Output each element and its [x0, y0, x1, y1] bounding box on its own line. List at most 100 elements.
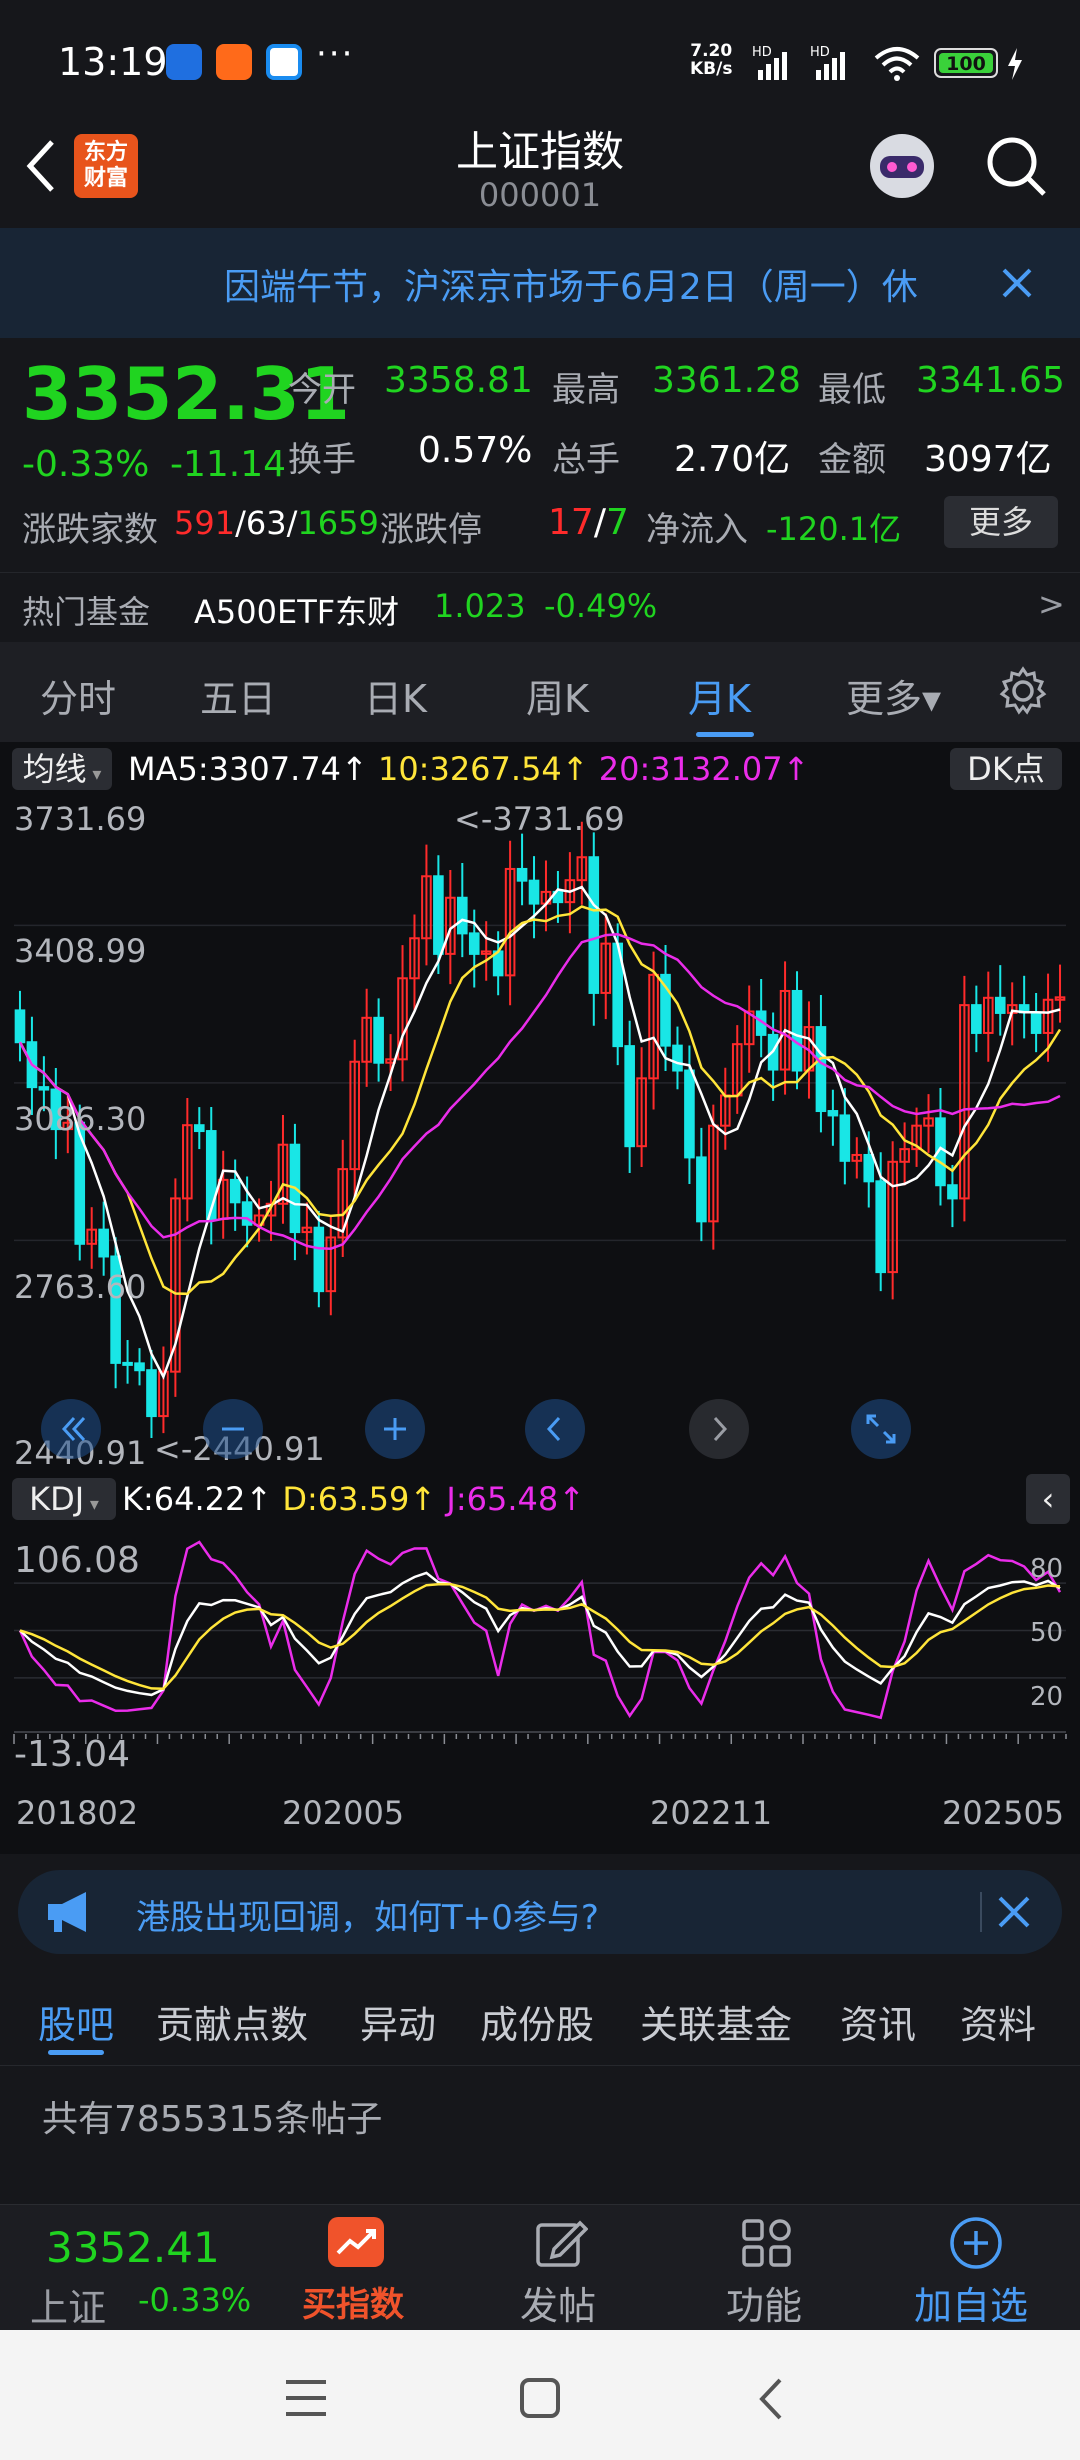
back-nav-icon[interactable] — [756, 2376, 786, 2422]
zoom-out-button[interactable] — [202, 1398, 264, 1460]
y-tick-label: 2763.60 — [14, 1268, 147, 1306]
tab-forum[interactable]: 股吧 — [38, 1994, 114, 2049]
candle-body — [588, 856, 600, 994]
y-tick-label: 3408.99 — [14, 932, 147, 970]
bottom-index-name: 上证 — [30, 2286, 107, 2330]
tab-monthly-k[interactable]: 月K — [688, 668, 751, 723]
candle-body — [528, 879, 540, 905]
low-label: 最低 — [818, 370, 886, 410]
scroll-right-button[interactable] — [688, 1398, 750, 1460]
high-label: 最高 — [552, 370, 620, 410]
tab-weekly-k[interactable]: 周K — [526, 668, 589, 723]
kdj-bottom-label: -13.04 — [14, 1734, 131, 1775]
candle-body — [313, 1226, 325, 1293]
max-price-note: <-3731.69 — [454, 800, 625, 838]
more-button[interactable]: 更多 — [944, 496, 1058, 548]
fullscreen-button[interactable] — [850, 1398, 912, 1460]
hot-fund-row[interactable]: 热门基金 A500ETF东财 1.023 -0.49% > — [0, 572, 1080, 642]
scroll-left-button[interactable] — [524, 1398, 586, 1460]
tab-daily-k[interactable]: 日K — [364, 668, 427, 723]
settings-gear-icon[interactable] — [998, 666, 1048, 716]
amount-value: 3097亿 — [924, 439, 1052, 480]
change-pct: -0.33% — [22, 444, 150, 485]
candle-body — [38, 1086, 50, 1091]
candle-body — [146, 1369, 157, 1418]
post-button[interactable]: 发帖 — [500, 2205, 620, 2331]
low-value: 3341.65 — [916, 360, 1065, 401]
candle-body — [456, 896, 468, 935]
tab-contribution[interactable]: 贡献点数 — [156, 1994, 308, 2049]
open-value: 3358.81 — [384, 360, 533, 401]
buy-index-button[interactable]: 买指数 — [296, 2205, 416, 2331]
add-watchlist-label: 加自选 — [914, 2284, 1029, 2328]
inflow-label: 净流入 — [646, 510, 748, 550]
svg-text:HD: HD — [810, 45, 830, 60]
high-value: 3361.28 — [652, 360, 801, 401]
add-watchlist-button[interactable]: 加自选 — [896, 2205, 1056, 2331]
tab-movement[interactable]: 异动 — [360, 1994, 436, 2049]
candle-body — [994, 996, 1006, 1014]
close-icon[interactable] — [996, 1894, 1032, 1930]
bottom-index-price: 3352.41 — [46, 2223, 220, 2272]
kdj-level-label: 80 — [1030, 1554, 1064, 1584]
tab-five-day[interactable]: 五日 — [200, 668, 276, 723]
x-tick-label: 202005 — [282, 1794, 405, 1832]
hot-fund-name: A500ETF东财 — [194, 593, 400, 631]
candle-body — [839, 1114, 851, 1162]
promo-banner[interactable]: 港股出现回调，如何T+0参与? — [18, 1870, 1062, 1954]
add-circle-icon — [950, 2217, 1002, 2269]
open-label: 今开 — [288, 370, 356, 410]
candle-body — [122, 1361, 133, 1366]
volume-label: 总手 — [552, 440, 620, 480]
tab-more[interactable]: 更多▾ — [846, 668, 941, 723]
post-count: 共有7855315条帖子 — [42, 2099, 383, 2140]
y-tick-label: 3731.69 — [14, 800, 147, 838]
hot-fund-label: 热门基金 — [22, 593, 151, 631]
close-icon[interactable] — [1000, 266, 1034, 300]
tab-profile[interactable]: 资料 — [960, 1994, 1036, 2049]
robot-assistant-icon[interactable] — [862, 126, 942, 206]
limit-values: 17/7 — [548, 502, 629, 543]
promo-text: 港股出现回调，如何T+0参与? — [136, 1898, 599, 1938]
functions-label: 功能 — [726, 2284, 803, 2328]
candle-body — [863, 1153, 875, 1183]
collapse-indicator-button[interactable]: ‹ — [1026, 1474, 1070, 1524]
tab-intraday[interactable]: 分时 — [40, 668, 116, 723]
functions-button[interactable]: 功能 — [706, 2205, 826, 2331]
turnover-value: 0.57% — [418, 430, 533, 471]
candle-body — [971, 1004, 982, 1034]
buy-index-label: 买指数 — [302, 2285, 404, 2325]
kline-svg — [13, 821, 1067, 1744]
candle-body — [624, 1045, 635, 1148]
charging-icon — [1008, 48, 1022, 80]
tab-related-funds[interactable]: 关联基金 — [640, 1994, 792, 2049]
candle-body — [875, 1180, 887, 1274]
change-value: -11.14 — [170, 444, 287, 485]
candle-body — [791, 989, 803, 1072]
candle-body — [98, 1228, 109, 1258]
grid-apps-icon — [742, 2219, 791, 2267]
breadth-label: 涨跌家数 — [22, 510, 158, 550]
system-navigation-bar — [0, 2330, 1080, 2460]
zoom-in-button[interactable] — [364, 1398, 426, 1460]
notification-app-icon — [166, 44, 202, 80]
search-icon[interactable] — [984, 134, 1048, 198]
candle-body — [468, 932, 480, 955]
tab-news[interactable]: 资讯 — [840, 1994, 916, 2049]
notification-app-icon — [266, 44, 302, 80]
home-icon[interactable] — [518, 2376, 562, 2420]
status-bar: 13:19 ··· 7.20 KB/s HD HD 100 — [0, 0, 1080, 130]
kdj-level-label: 50 — [1030, 1618, 1064, 1648]
candle-body — [815, 1026, 827, 1113]
tab-constituents[interactable]: 成份股 — [480, 1994, 594, 2049]
menu-icon[interactable] — [284, 2378, 328, 2418]
notification-app-icon — [216, 44, 252, 80]
kdj-selector-button[interactable]: KDJ ▾ — [12, 1478, 116, 1520]
scroll-start-button[interactable] — [40, 1398, 102, 1460]
kline-chart-area[interactable]: 均线 ▾ MA5:3307.74↑ 10:3267.54↑ 20:3132.07… — [0, 742, 1080, 1854]
holiday-notice-banner[interactable]: 因端午节，沪深京市场于6月2日（周一）休 — [0, 228, 1080, 338]
x-tick-label: 202505 — [942, 1794, 1065, 1832]
divider — [980, 1892, 982, 1932]
megaphone-icon — [48, 1892, 86, 1932]
active-tab-indicator — [696, 732, 754, 737]
